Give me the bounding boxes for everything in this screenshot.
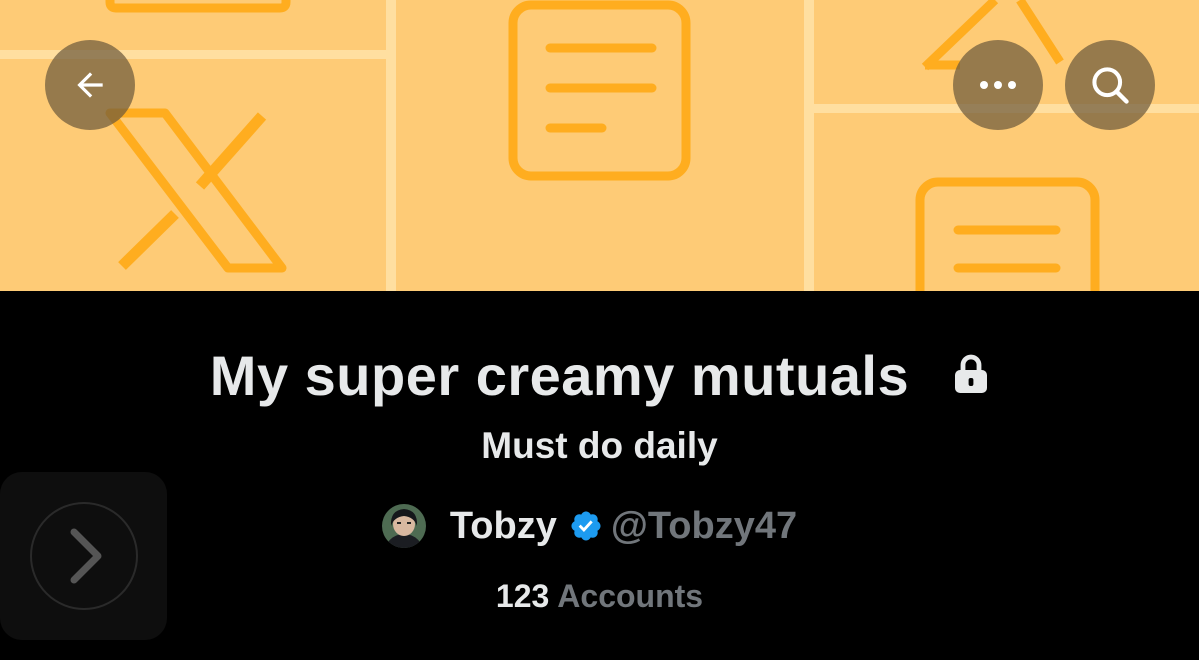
back-button[interactable] — [45, 40, 135, 130]
more-horizontal-icon — [980, 81, 1016, 89]
arrow-left-icon — [77, 72, 103, 98]
document-icon — [508, 0, 691, 181]
list-description: Must do daily — [481, 425, 718, 466]
verified-badge-icon — [569, 509, 603, 543]
search-button[interactable] — [1065, 40, 1155, 130]
avatar[interactable] — [381, 504, 426, 548]
more-options-button[interactable] — [953, 40, 1043, 130]
banner-artwork — [0, 0, 1199, 291]
search-icon — [1092, 67, 1129, 104]
next-button[interactable] — [29, 502, 138, 610]
list-owner[interactable]: Tobzy @Tobzy47 — [0, 502, 1199, 550]
list-title-row: My super creamy mutuals — [0, 340, 1199, 412]
side-navigation-panel — [0, 472, 167, 640]
chevron-right-icon — [70, 528, 101, 584]
document-icon — [915, 177, 1100, 291]
member-count-label: Accounts — [557, 578, 704, 614]
list-banner — [0, 0, 1199, 291]
member-count-link[interactable]: 123 Accounts — [0, 576, 1199, 616]
list-title: My super creamy mutuals — [209, 344, 910, 407]
lock-icon — [953, 339, 989, 411]
owner-name[interactable]: Tobzy — [450, 505, 557, 548]
x-logo-icon — [105, 108, 287, 273]
owner-handle[interactable]: @Tobzy47 — [611, 505, 797, 548]
member-count: 123 — [495, 578, 550, 614]
